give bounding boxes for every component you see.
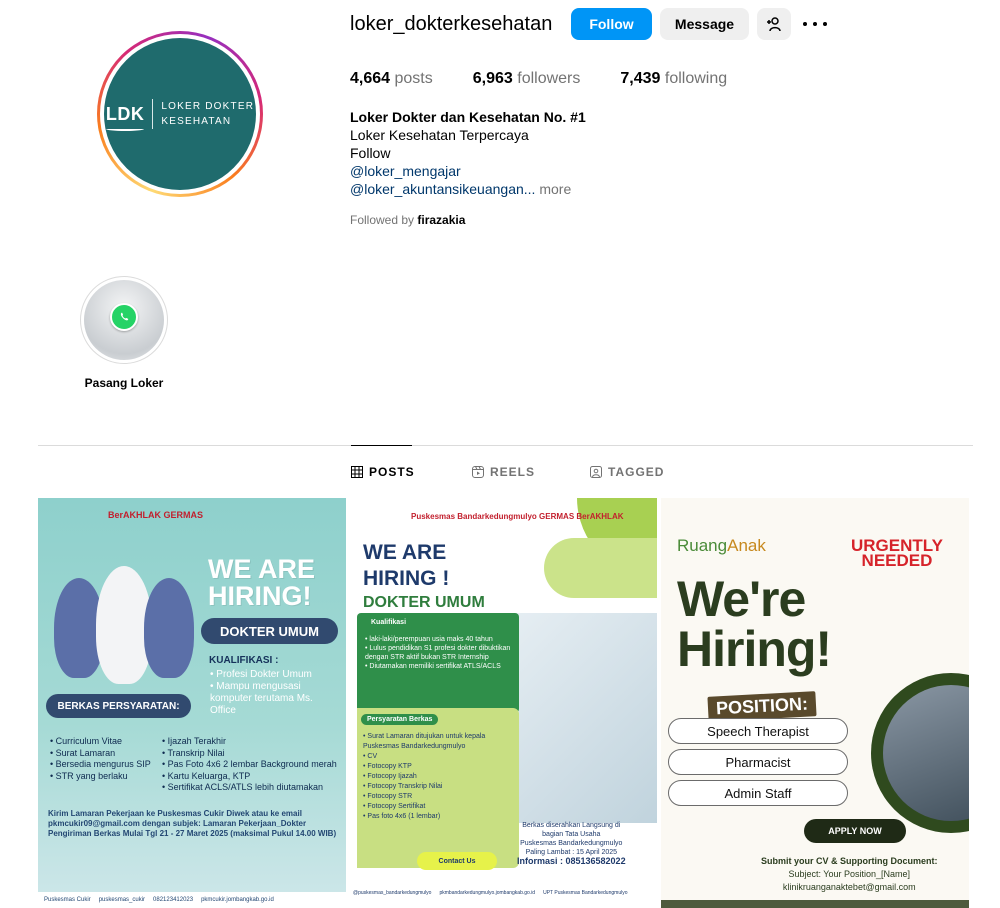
suggest-user-button[interactable] xyxy=(757,8,791,40)
qualification-title: Kualifikasi xyxy=(371,619,407,626)
contact-badge: Contact Us xyxy=(417,852,497,870)
requirements-badge: BERKAS PERSYARATAN: xyxy=(46,694,191,718)
role-title: DOKTER UMUM xyxy=(363,594,485,611)
qualification-title: KUALIFIKASI : xyxy=(209,655,279,666)
highlight-label: Pasang Loker xyxy=(84,376,164,390)
logo-mark: LDK xyxy=(105,104,145,131)
tab-posts[interactable]: POSTS xyxy=(351,465,415,479)
tagged-icon xyxy=(590,466,602,478)
avatar-gap: LDK LOKER DOKTER KESEHATAN xyxy=(100,34,260,194)
bio-mention-link-2[interactable]: @loker_akuntansikeuangan... xyxy=(350,181,535,197)
urgent-label: URGENTLY NEEDED xyxy=(851,536,943,570)
bio-more-link[interactable]: more xyxy=(539,181,571,197)
qualification-list: • Profesi Dokter Umum • Mampu mengusasi … xyxy=(210,669,313,716)
bio-line: Follow xyxy=(350,145,391,161)
display-name: Loker Dokter dan Kesehatan No. #1 xyxy=(350,109,586,125)
whatsapp-icon xyxy=(110,303,138,331)
submission-info: Submit your CV & Supporting Document: Su… xyxy=(761,856,938,892)
decor-bar xyxy=(661,900,969,908)
post-photo xyxy=(509,613,657,823)
bio-mention-link[interactable]: @loker_mengajar xyxy=(350,162,586,180)
requirements-title: Persyaratan Berkas xyxy=(361,714,439,725)
tab-tagged[interactable]: TAGGED xyxy=(590,465,664,479)
highlight-cover xyxy=(84,280,164,360)
requirements-list: • Surat Lamaran ditujukan untuk kepala P… xyxy=(363,733,486,820)
profile-stats: 4,664 posts 6,963 followers 7,439 follow… xyxy=(350,70,767,88)
grid-icon xyxy=(351,466,363,478)
reels-icon xyxy=(472,466,484,478)
role-badge: DOKTER UMUM xyxy=(201,618,338,644)
requirements-col-1: • Curriculum Vitae • Surat Lamaran • Berse… xyxy=(50,736,151,781)
bio-mention-link: @loker_akuntansikeuangan... more xyxy=(350,180,586,198)
post-thumbnail[interactable]: BerAKHLAK GERMAS WE ARE HIRING! DOKTER UM… xyxy=(38,498,346,908)
logo-divider xyxy=(152,99,154,129)
story-highlight[interactable]: Pasang Loker xyxy=(80,276,168,390)
followers-stat[interactable]: 6,963 followers xyxy=(473,70,581,88)
post-logos: BerAKHLAK GERMAS xyxy=(108,510,204,520)
requirements-col-2: • Ijazah Terakhir • Transkrip Nilai • Pas … xyxy=(162,736,337,792)
tabs-divider xyxy=(38,445,973,446)
avatar[interactable]: LDK LOKER DOKTER KESEHATAN xyxy=(104,38,256,190)
position-pill: Speech Therapist xyxy=(668,718,848,744)
post-thumbnail[interactable]: Puskesmas Bandarkedungmulyo GERMAS BerAK… xyxy=(349,498,657,908)
more-options-icon[interactable] xyxy=(803,16,827,32)
post-headline: WE ARE HIRING! xyxy=(208,554,315,611)
logo-text: LOKER DOKTER KESEHATAN xyxy=(161,101,255,127)
followed-by-user[interactable]: firazakia xyxy=(417,213,465,227)
bio-line: Loker Kesehatan Terpercaya xyxy=(350,127,529,143)
illustration-nurse xyxy=(144,578,194,678)
post-logos: Puskesmas Bandarkedungmulyo GERMAS BerAK… xyxy=(411,512,624,521)
decor-shape xyxy=(544,538,657,598)
follow-button[interactable]: Follow xyxy=(571,8,652,40)
post-headline: We're Hiring! xyxy=(677,571,832,677)
tab-reels[interactable]: REELS xyxy=(472,465,535,479)
post-contact-bar: Puskesmas Cukir puskesmas_cukir 0821234120… xyxy=(38,892,346,908)
post-thumbnail[interactable]: RuangAnak URGENTLY NEEDED We're Hiring! PO… xyxy=(661,498,969,908)
position-pill: Pharmacist xyxy=(668,749,848,775)
submission-info: Berkas diserahkan Langsung di bagian Tata… xyxy=(517,822,626,866)
brand-logo: RuangAnak xyxy=(677,536,766,555)
post-footer-text: Kirim Lamaran Pekerjaan ke Puskesmas Cuk… xyxy=(48,809,337,838)
post-contact-bar: @puskesmas_bandarkedungmulyo pkmbandarked… xyxy=(349,878,657,908)
profile-bio: Loker Dokter dan Kesehatan No. #1 Loker … xyxy=(350,108,586,198)
profile-avatar-ring[interactable]: LDK LOKER DOKTER KESEHATAN xyxy=(97,31,263,197)
username: loker_dokterkesehatan xyxy=(350,13,553,35)
post-headline: WE ARE HIRING ! xyxy=(363,541,450,590)
highlight-ring xyxy=(80,276,168,364)
message-button[interactable]: Message xyxy=(660,8,749,40)
active-tab-indicator xyxy=(351,445,412,446)
following-stat[interactable]: 7,439 following xyxy=(620,70,727,88)
add-person-icon xyxy=(767,17,781,32)
followed-by: Followed by firazakia xyxy=(350,213,466,227)
posts-stat: 4,664 posts xyxy=(350,70,433,87)
apply-badge: APPLY NOW xyxy=(804,819,906,843)
qualification-list: • laki-laki/perempuan usia maks 40 tahun… xyxy=(365,636,511,670)
position-pill: Admin Staff xyxy=(668,780,848,806)
